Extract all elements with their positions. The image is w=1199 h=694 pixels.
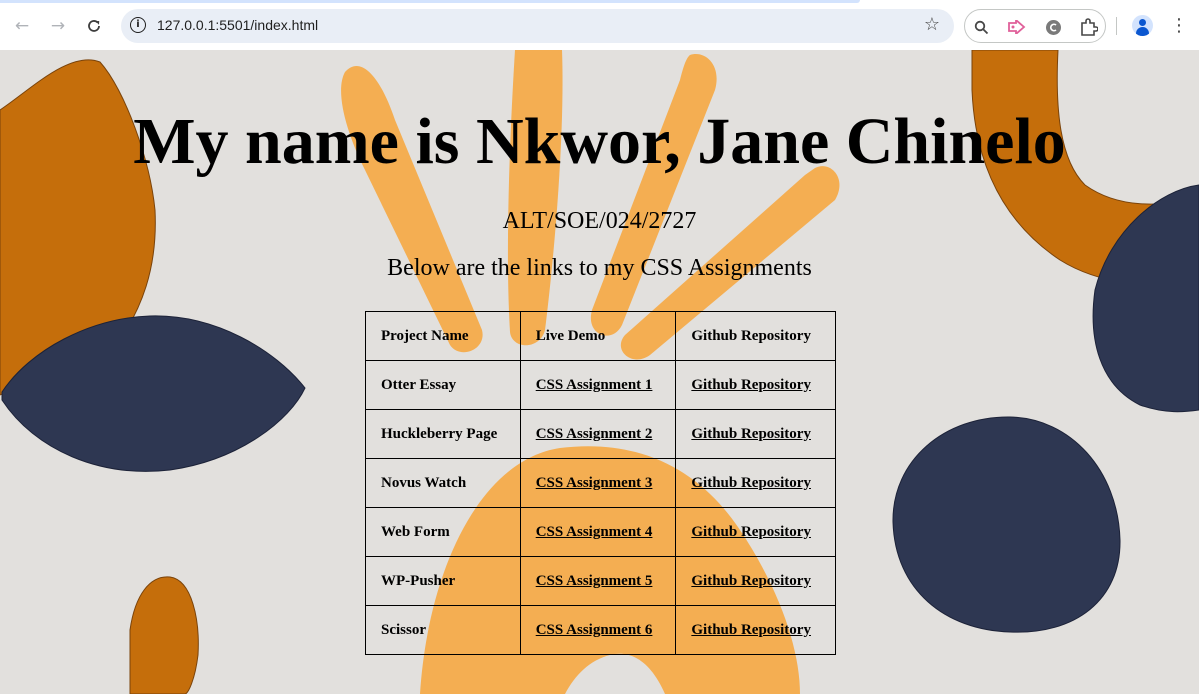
header-live-demo: Live Demo [519, 311, 677, 361]
live-demo-cell: CSS Assignment 2 [519, 409, 677, 459]
site-info-icon[interactable]: i [130, 17, 146, 33]
kebab-menu-icon[interactable]: ⋮ [1170, 13, 1188, 39]
table-row: Novus Watch CSS Assignment 3 Github Repo… [365, 458, 836, 508]
github-repo-link[interactable]: Github Repository [691, 524, 811, 540]
project-name-cell: WP-Pusher [365, 556, 521, 606]
table-row: Huckleberry Page CSS Assignment 2 Github… [365, 409, 836, 459]
live-demo-link[interactable]: CSS Assignment 4 [536, 524, 653, 540]
header-github-repository: Github Repository [675, 311, 836, 361]
search-extension-icon[interactable] [971, 17, 991, 37]
tab-strip-edge [0, 0, 1199, 4]
toolbar-divider [1116, 17, 1117, 35]
github-repo-link[interactable]: Github Repository [691, 426, 811, 442]
github-repo-link[interactable]: Github Repository [691, 475, 811, 491]
header-project-name: Project Name [365, 311, 521, 361]
intro-text: Below are the links to my CSS Assignment… [387, 255, 812, 281]
github-repo-link[interactable]: Github Repository [691, 622, 811, 638]
live-demo-cell: CSS Assignment 6 [519, 605, 677, 655]
live-demo-link[interactable]: CSS Assignment 2 [536, 426, 653, 442]
back-arrow-icon[interactable]: ← [9, 13, 35, 39]
live-demo-link[interactable]: CSS Assignment 6 [536, 622, 653, 638]
project-name-cell: Otter Essay [365, 360, 521, 410]
repo-cell: Github Repository [675, 605, 836, 655]
live-demo-cell: CSS Assignment 1 [519, 360, 677, 410]
github-repo-link[interactable]: Github Repository [691, 377, 811, 393]
profile-avatar-icon[interactable] [1132, 15, 1153, 36]
live-demo-link[interactable]: CSS Assignment 3 [536, 475, 653, 491]
puzzle-extensions-icon[interactable] [1079, 17, 1099, 37]
page-viewport: My name is Nkwor, Jane Chinelo ALT/SOE/0… [0, 50, 1199, 694]
table-row: WP-Pusher CSS Assignment 5 Github Reposi… [365, 556, 836, 606]
active-tab-edge [0, 0, 860, 3]
project-name-cell: Huckleberry Page [365, 409, 521, 459]
repo-cell: Github Repository [675, 458, 836, 508]
github-repo-link[interactable]: Github Repository [691, 573, 811, 589]
repo-cell: Github Repository [675, 556, 836, 606]
reload-icon[interactable] [81, 13, 107, 39]
student-id: ALT/SOE/024/2727 [502, 208, 697, 234]
copyright-extension-icon[interactable] [1043, 17, 1063, 37]
live-demo-cell: CSS Assignment 5 [519, 556, 677, 606]
live-demo-cell: CSS Assignment 4 [519, 507, 677, 557]
forward-arrow-icon[interactable]: → [45, 13, 71, 39]
star-icon[interactable]: ☆ [924, 14, 940, 35]
repo-cell: Github Repository [675, 360, 836, 410]
live-demo-link[interactable]: CSS Assignment 1 [536, 377, 653, 393]
table-row: Scissor CSS Assignment 6 Github Reposito… [365, 605, 836, 655]
project-name-cell: Scissor [365, 605, 521, 655]
url-text[interactable]: 127.0.0.1:5501/index.html [157, 17, 318, 33]
live-demo-cell: CSS Assignment 3 [519, 458, 677, 508]
assignments-table: Project Name Live Demo Github Repository… [365, 311, 836, 655]
page-title: My name is Nkwor, Jane Chinelo [133, 105, 1066, 178]
arrow-extension-icon[interactable] [1007, 17, 1027, 37]
table-row: Otter Essay CSS Assignment 1 Github Repo… [365, 360, 836, 410]
repo-cell: Github Repository [675, 507, 836, 557]
browser-toolbar: ← → i 127.0.0.1:5501/index.html ☆ ⋮ [0, 0, 1199, 50]
extensions-group [964, 9, 1106, 43]
table-header-row: Project Name Live Demo Github Repository [365, 311, 836, 361]
table-row: Web Form CSS Assignment 4 Github Reposit… [365, 507, 836, 557]
address-bar[interactable]: i 127.0.0.1:5501/index.html ☆ [121, 9, 954, 43]
repo-cell: Github Repository [675, 409, 836, 459]
project-name-cell: Novus Watch [365, 458, 521, 508]
main-content: My name is Nkwor, Jane Chinelo ALT/SOE/0… [0, 50, 1199, 694]
project-name-cell: Web Form [365, 507, 521, 557]
live-demo-link[interactable]: CSS Assignment 5 [536, 573, 653, 589]
